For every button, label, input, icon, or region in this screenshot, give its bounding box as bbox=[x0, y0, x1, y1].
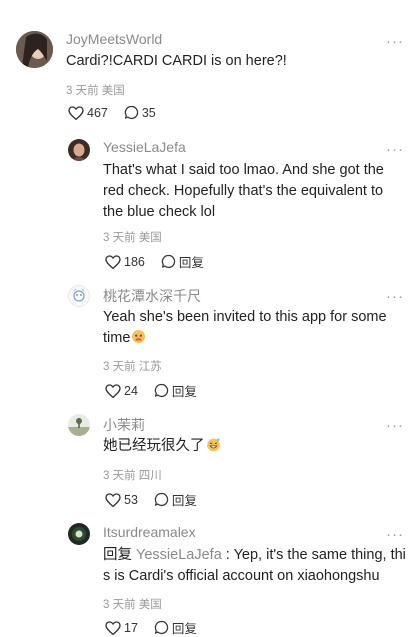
comment-meta: 3 天前 美国 bbox=[103, 596, 162, 612]
comment-bubble-icon bbox=[154, 620, 169, 635]
like-count: 186 bbox=[124, 254, 145, 269]
comment-author[interactable]: YessieLaJefa bbox=[103, 139, 186, 155]
reply-prefix: 回复 bbox=[103, 547, 132, 563]
like-button[interactable]: 53 bbox=[105, 493, 138, 507]
heart-icon bbox=[105, 492, 121, 507]
reply-count: 35 bbox=[141, 105, 156, 120]
comment-meta: 3 天前 美国 bbox=[66, 82, 125, 98]
comment-actions: 24 回复 bbox=[105, 381, 213, 400]
comment-location: 四川 bbox=[138, 470, 162, 482]
comment-meta: 3 天前 美国 bbox=[103, 229, 162, 245]
comment-time: 3 天前 bbox=[103, 470, 136, 482]
avatar[interactable] bbox=[16, 31, 53, 68]
like-count: 24 bbox=[124, 383, 138, 398]
comment-actions: 467 35 bbox=[68, 105, 172, 120]
avatar-photo bbox=[68, 139, 90, 161]
avatar[interactable] bbox=[68, 414, 90, 436]
comment-text: Cardi?!CARDI CARDI is on here?! bbox=[66, 53, 287, 69]
heart-icon bbox=[105, 620, 121, 635]
replies-button[interactable]: 35 bbox=[124, 105, 156, 120]
like-button[interactable]: 24 bbox=[105, 384, 138, 398]
comment-time: 3 天前 bbox=[103, 599, 136, 611]
like-button[interactable]: 467 bbox=[68, 106, 108, 120]
avatar-photo bbox=[68, 523, 90, 545]
avatar-photo bbox=[69, 286, 89, 306]
more-icon[interactable]: ··· bbox=[386, 34, 404, 49]
reply-button[interactable]: 回复 bbox=[161, 252, 204, 271]
comment-meta: 3 天前 江苏 bbox=[103, 358, 162, 374]
reply-button[interactable]: 回复 bbox=[154, 618, 197, 637]
mention-link[interactable]: YessieLaJefa bbox=[136, 547, 222, 563]
comment-time: 3 天前 bbox=[66, 85, 99, 97]
reply-label: 回复 bbox=[171, 622, 197, 636]
grin-face-emoji-icon bbox=[206, 438, 220, 452]
avatar[interactable] bbox=[68, 139, 90, 161]
comment-location: 美国 bbox=[138, 599, 162, 611]
heart-icon bbox=[105, 254, 121, 269]
like-count: 17 bbox=[124, 620, 138, 635]
comment-location: 美国 bbox=[138, 232, 162, 244]
comment-bubble-icon bbox=[161, 254, 176, 269]
reply-label: 回复 bbox=[171, 494, 197, 508]
reply-button[interactable]: 回复 bbox=[154, 381, 197, 400]
sad-face-emoji-icon bbox=[132, 329, 146, 344]
like-count: 467 bbox=[87, 105, 108, 120]
avatar[interactable] bbox=[68, 523, 90, 545]
like-button[interactable]: 186 bbox=[105, 255, 145, 269]
avatar-photo bbox=[68, 414, 90, 436]
comment-actions: 17 回复 bbox=[105, 618, 213, 637]
avatar[interactable] bbox=[68, 285, 90, 307]
comment-text-content: 她已经玩很久了 bbox=[103, 438, 205, 454]
like-count: 53 bbox=[124, 492, 138, 507]
reply-label: 回复 bbox=[178, 256, 204, 270]
like-button[interactable]: 17 bbox=[105, 621, 138, 635]
reply-label: 回复 bbox=[171, 385, 197, 399]
more-icon[interactable]: ··· bbox=[386, 142, 404, 157]
comment-bubble-icon bbox=[154, 492, 169, 507]
heart-icon bbox=[68, 105, 84, 120]
comment-location: 江苏 bbox=[138, 361, 162, 373]
heart-icon bbox=[105, 383, 121, 398]
comment-actions: 53 回复 bbox=[105, 490, 213, 509]
comment-author[interactable]: JoyMeetsWorld bbox=[66, 31, 162, 47]
comment-bubble-icon bbox=[154, 383, 169, 398]
comment-time: 3 天前 bbox=[103, 361, 136, 373]
comment-bubble-icon bbox=[124, 105, 139, 120]
more-icon[interactable]: ··· bbox=[386, 289, 404, 304]
comment-author[interactable]: 小茉莉 bbox=[103, 415, 145, 435]
comment-meta: 3 天前 四川 bbox=[103, 467, 162, 483]
comment-time: 3 天前 bbox=[103, 232, 136, 244]
comment-text: 回复 YessieLaJefa : Yep, it's the same thi… bbox=[103, 545, 407, 587]
comment-text: That's what I said too lmao. And she got… bbox=[103, 162, 384, 220]
more-icon[interactable]: ··· bbox=[386, 527, 404, 542]
reply-button[interactable]: 回复 bbox=[154, 490, 197, 509]
comment-location: 美国 bbox=[101, 85, 125, 97]
comment-text: Yeah she's been invited to this app for … bbox=[103, 307, 408, 349]
comment-author[interactable]: 桃花潭水深千尺 bbox=[103, 286, 201, 306]
avatar-photo bbox=[16, 31, 53, 68]
comment-author[interactable]: Itsurdreamalex bbox=[103, 524, 196, 540]
comment-actions: 186 回复 bbox=[105, 252, 220, 271]
comment-text: 她已经玩很久了 bbox=[103, 436, 221, 457]
more-icon[interactable]: ··· bbox=[386, 418, 404, 433]
